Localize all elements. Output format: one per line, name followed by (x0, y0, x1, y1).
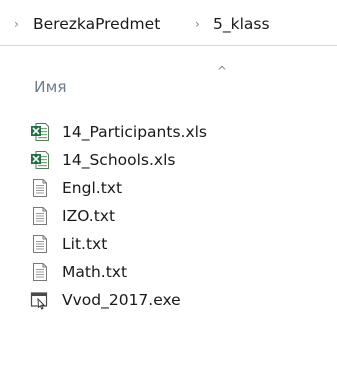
breadcrumb: › BerezkaPredmet › 5_klass (0, 0, 337, 46)
excel-file-icon (31, 151, 49, 169)
file-name: Engl.txt (62, 179, 123, 197)
file-name: Lit.txt (62, 235, 108, 253)
file-row[interactable]: Math.txt (0, 258, 337, 286)
sort-ascending-icon: ^ (217, 64, 228, 78)
breadcrumb-chevron-icon[interactable]: › (14, 13, 19, 35)
file-row[interactable]: Engl.txt (0, 174, 337, 202)
file-row[interactable]: 14_Schools.xls (0, 146, 337, 174)
text-file-icon (33, 263, 47, 281)
breadcrumb-chevron-icon[interactable]: › (195, 13, 200, 35)
file-row[interactable]: Lit.txt (0, 230, 337, 258)
file-name: IZO.txt (62, 207, 116, 225)
executable-file-icon (30, 292, 48, 310)
file-list: 14_Participants.xls 14_Schools.xls Engl.… (0, 118, 337, 314)
file-row[interactable]: Vvod_2017.exe (0, 286, 337, 314)
excel-file-icon (31, 123, 49, 141)
breadcrumb-item-berezkapredmet[interactable]: BerezkaPredmet (33, 13, 160, 35)
text-file-icon (33, 179, 47, 197)
file-row[interactable]: 14_Participants.xls (0, 118, 337, 146)
column-header-name[interactable]: ^ Имя (0, 62, 337, 102)
text-file-icon (33, 235, 47, 253)
file-name: 14_Participants.xls (62, 123, 208, 141)
file-name: Math.txt (62, 263, 128, 281)
column-header-name-label: Имя (34, 78, 67, 96)
breadcrumb-item-5-klass[interactable]: 5_klass (213, 13, 270, 35)
file-name: Vvod_2017.exe (62, 291, 181, 309)
file-row[interactable]: IZO.txt (0, 202, 337, 230)
file-name: 14_Schools.xls (62, 151, 176, 169)
text-file-icon (33, 207, 47, 225)
